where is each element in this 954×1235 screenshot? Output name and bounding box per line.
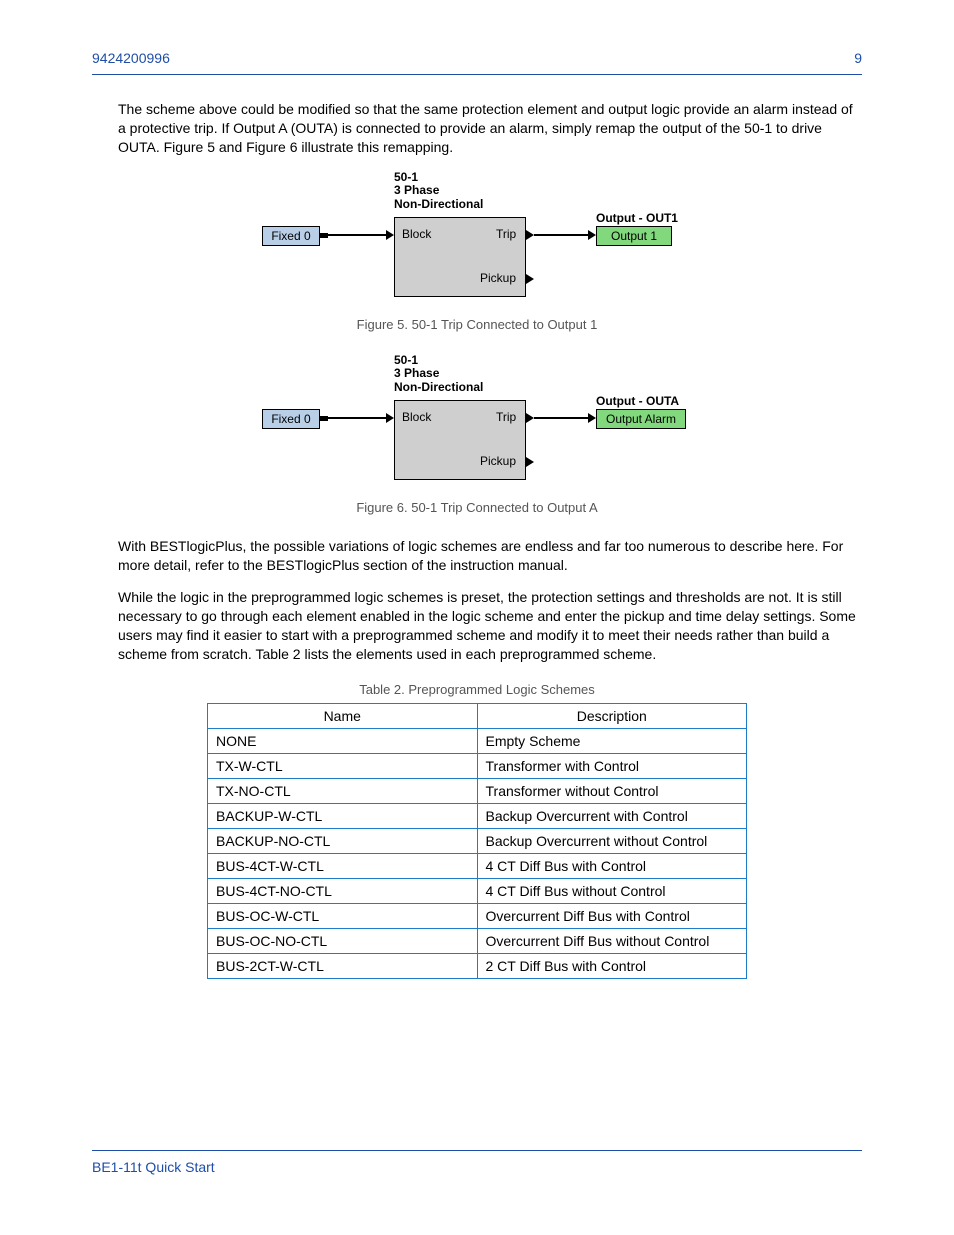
port-block-b: Block: [402, 410, 431, 424]
arrow-out-b-icon: [588, 413, 596, 423]
trip-out-arrow-b-icon: [526, 413, 534, 423]
table-row: BUS-4CT-NO-CTL4 CT Diff Bus without Cont…: [208, 879, 747, 904]
port-pickup: Pickup: [480, 271, 516, 285]
func-title-3b: Non-Directional: [394, 381, 483, 395]
table-row: BUS-OC-NO-CTLOvercurrent Diff Bus withou…: [208, 929, 747, 954]
table-row: BUS-2CT-W-CTL2 CT Diff Bus with Control: [208, 954, 747, 979]
wire-in: [328, 234, 386, 236]
th-name: Name: [208, 704, 478, 729]
arrow-in-icon: [386, 230, 394, 240]
wire-out-b: [534, 417, 588, 419]
th-desc: Description: [477, 704, 747, 729]
table-row: BUS-4CT-W-CTL4 CT Diff Bus with Control: [208, 854, 747, 879]
paragraph-intro: The scheme above could be modified so th…: [118, 100, 862, 157]
input-fixed0-b: Fixed 0: [262, 409, 320, 429]
trip-out-arrow-icon: [526, 230, 534, 240]
paragraph-2: With BESTlogicPlus, the possible variati…: [118, 537, 862, 575]
func-title-2: 3 Phase: [394, 184, 483, 198]
header-rule: [92, 74, 862, 75]
header-doc-id: 9424200996: [92, 50, 170, 66]
pickup-out-arrow-b-icon: [526, 457, 534, 467]
table-row: BACKUP-W-CTLBackup Overcurrent with Cont…: [208, 804, 747, 829]
pickup-out-arrow-icon: [526, 274, 534, 284]
port-pickup-b: Pickup: [480, 454, 516, 468]
arrow-in-b-icon: [386, 413, 394, 423]
table-row: BUS-OC-W-CTLOvercurrent Diff Bus with Co…: [208, 904, 747, 929]
table-row: NONEEmpty Scheme: [208, 729, 747, 754]
outA-title: Output - OUTA: [596, 394, 679, 408]
table-row: TX-W-CTLTransformer with Control: [208, 754, 747, 779]
port-trip-b: Trip: [496, 410, 516, 424]
port-block: Block: [402, 227, 431, 241]
logic-schemes-table: Name Description NONEEmpty Scheme TX-W-C…: [207, 703, 747, 979]
footer-rule: [92, 1150, 862, 1151]
paragraph-3: While the logic in the preprogrammed log…: [118, 588, 862, 664]
port-trip: Trip: [496, 227, 516, 241]
input-stub: [320, 233, 328, 238]
func-title-3: Non-Directional: [394, 198, 483, 212]
out1-title: Output - OUT1: [596, 211, 678, 225]
func-title-1b: 50-1: [394, 354, 483, 368]
input-fixed0: Fixed 0: [262, 226, 320, 246]
figure5-caption: Figure 5. 50-1 Trip Connected to Output …: [92, 317, 862, 332]
arrow-out-icon: [588, 230, 596, 240]
func-title-1: 50-1: [394, 171, 483, 185]
diagram-50-1-outA: 50-1 3 Phase Non-Directional Fixed 0 Blo…: [262, 354, 692, 494]
table-row: BACKUP-NO-CTLBackup Overcurrent without …: [208, 829, 747, 854]
diagram-50-1-out1: 50-1 3 Phase Non-Directional Fixed 0 Blo…: [262, 171, 692, 311]
wire-in-b: [328, 417, 386, 419]
footer-text: BE1-11t Quick Start: [92, 1159, 215, 1175]
func-title-2b: 3 Phase: [394, 367, 483, 381]
table-title: Table 2. Preprogrammed Logic Schemes: [92, 682, 862, 697]
figure6-caption: Figure 6. 50-1 Trip Connected to Output …: [92, 500, 862, 515]
wire-out: [534, 234, 588, 236]
content-area: The scheme above could be modified so th…: [92, 100, 862, 1135]
header-page-number: 9: [854, 50, 862, 66]
outA-box: Output Alarm: [596, 409, 686, 429]
input-stub-b: [320, 416, 328, 421]
table-header-row: Name Description: [208, 704, 747, 729]
table-row: TX-NO-CTLTransformer without Control: [208, 779, 747, 804]
out1-box: Output 1: [596, 226, 672, 246]
